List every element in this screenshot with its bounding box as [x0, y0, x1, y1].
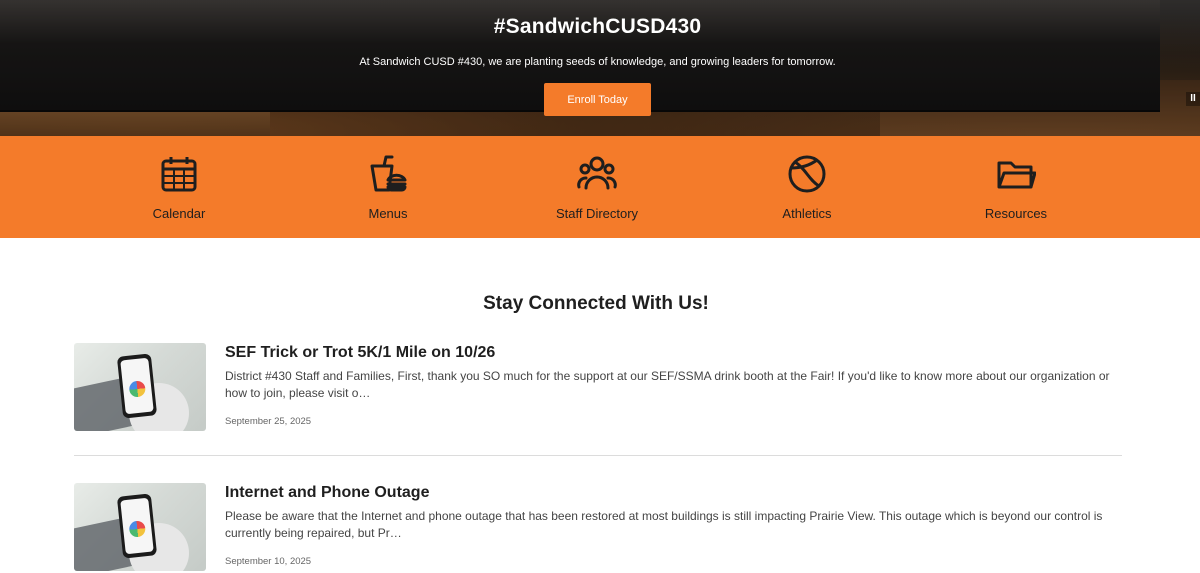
pause-slideshow-button[interactable]: II — [1186, 92, 1200, 106]
quick-link-athletics[interactable]: Athletics — [727, 154, 887, 221]
post-title-link[interactable]: SEF Trick or Trot 5K/1 Mile on 10/26 — [225, 344, 495, 362]
hero-banner: #SandwichCUSD430 At Sandwich CUSD #430, … — [0, 0, 1200, 136]
enroll-today-button[interactable]: Enroll Today — [544, 83, 651, 116]
thumbnail-logo — [128, 520, 147, 538]
thumbnail-phone-screen — [120, 497, 154, 555]
ball-icon — [788, 155, 826, 193]
thumbnail-phone-screen — [120, 357, 154, 415]
thumbnail-logo — [128, 380, 147, 398]
folder-icon — [997, 161, 1036, 189]
quick-link-label: Menus — [368, 206, 408, 221]
post-thumbnail-image[interactable] — [74, 483, 206, 571]
thumbnail-phone — [116, 493, 158, 559]
thumbnail-phone — [116, 353, 158, 419]
quick-link-label: Athletics — [782, 206, 832, 221]
quick-link-label: Calendar — [152, 206, 206, 221]
news-post: Internet and Phone Outage Please be awar… — [74, 483, 1122, 573]
post-date: September 10, 2025 — [225, 556, 312, 567]
people-icon — [577, 156, 617, 190]
quick-link-calendar[interactable]: Calendar — [99, 154, 259, 221]
post-divider — [74, 455, 1122, 456]
quick-link-resources[interactable]: Resources — [936, 154, 1096, 221]
post-thumbnail-image[interactable] — [74, 343, 206, 431]
news-post: SEF Trick or Trot 5K/1 Mile on 10/26 Dis… — [74, 343, 1122, 433]
quick-link-menus[interactable]: Menus — [308, 154, 468, 221]
food-menu-icon — [370, 155, 407, 192]
quick-links-bar: Calendar Menus Staff Directory Athletics… — [0, 136, 1200, 238]
quick-link-staff-directory[interactable]: Staff Directory — [517, 154, 677, 221]
post-excerpt: Please be aware that the Internet and ph… — [225, 509, 1103, 540]
section-title: Stay Connected With Us! — [483, 293, 709, 314]
post-excerpt: District #430 Staff and Families, First,… — [225, 369, 1110, 400]
quick-link-label: Staff Directory — [555, 206, 639, 221]
calendar-icon — [161, 157, 197, 192]
hero-subtitle: At Sandwich CUSD #430, we are planting s… — [359, 56, 836, 68]
post-date: September 25, 2025 — [225, 416, 312, 427]
quick-link-label: Resources — [984, 206, 1048, 221]
post-title-link[interactable]: Internet and Phone Outage — [225, 484, 429, 502]
hero-title: #SandwichCUSD430 — [493, 15, 702, 38]
